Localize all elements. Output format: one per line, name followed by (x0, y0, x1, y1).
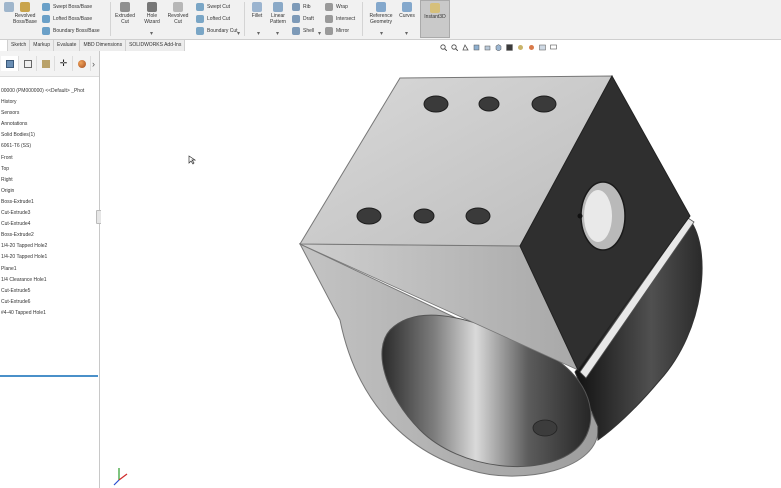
clearance-hole-inner (584, 190, 612, 242)
tapped-hole[interactable] (465, 207, 491, 225)
tapped-hole[interactable] (531, 95, 557, 113)
ring-tapped-hole[interactable] (532, 419, 558, 437)
part-model[interactable] (0, 0, 781, 488)
tapped-hole[interactable] (413, 208, 435, 224)
tapped-hole[interactable] (356, 207, 382, 225)
tapped-hole-small[interactable] (577, 213, 583, 219)
mouse-cursor-icon (188, 155, 196, 165)
tapped-hole[interactable] (478, 96, 500, 112)
reference-triad-icon (113, 468, 128, 486)
tapped-hole[interactable] (423, 95, 449, 113)
